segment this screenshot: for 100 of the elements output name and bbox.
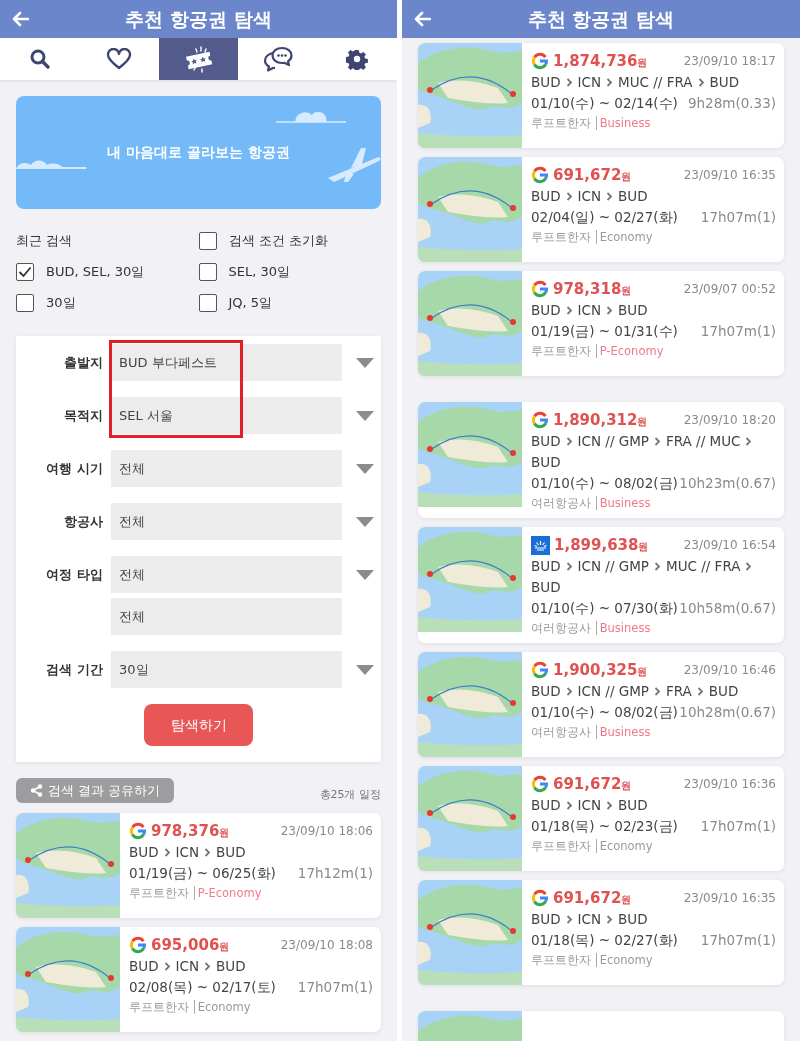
route-stop: MUC // FRA [618, 73, 693, 92]
chevron-icon [565, 915, 573, 924]
timestamp: 23/09/10 16:36 [683, 776, 776, 793]
tab[interactable] [0, 38, 80, 80]
field-label: 목적지 [64, 407, 103, 423]
flight-card[interactable]: 691,672원 23/09/10 16:36 BUD ICN BUD 01/18(목) ~ 02/23(금) 17h07m(1) 루프트한자 Economy [418, 766, 784, 871]
checkbox[interactable] [198, 293, 217, 312]
route-stop: FRA [666, 682, 692, 701]
select-field[interactable]: 30일 [111, 651, 342, 688]
page-title: 추천 항공권 탐색 [124, 6, 273, 32]
flight-card[interactable]: 978,318원 23/09/07 00:52 BUD ICN BUD 01/19(금) ~ 01/31(수) 17h07m(1) 루프트한자 P-Economy [418, 271, 784, 376]
select-field[interactable]: 전체 [111, 450, 342, 487]
route-stop: BUD [531, 578, 561, 597]
route-stop: BUD [129, 843, 159, 862]
tab[interactable] [238, 38, 318, 80]
flight-duration: 17h12m(1) [297, 864, 373, 883]
checkbox[interactable] [198, 262, 217, 281]
flight-card[interactable]: 978,376원 23/09/10 18:06 BUD ICN BUD 01/19(금) ~ 06/25(화) 17h12m(1) 루프트한자 P-Economy [16, 813, 381, 918]
chevron-icon [606, 78, 614, 87]
dropdown-caret-icon[interactable] [356, 664, 374, 675]
route-stop: BUD [531, 682, 561, 701]
chevron-icon [606, 801, 614, 810]
flight-duration: 17h07m(1) [700, 931, 776, 950]
travel-dates: 01/10(수) ~ 08/02(금) [531, 703, 678, 722]
dropdown-caret-icon[interactable] [356, 516, 374, 527]
flight-duration: 10h23m(0.67) [679, 474, 776, 493]
airline-cabin-text: 루프트한자 Economy [531, 838, 654, 855]
google-g-icon [129, 936, 147, 954]
checkbox[interactable] [16, 293, 34, 312]
cloud-drawing [16, 159, 86, 169]
google-g-icon [531, 661, 549, 679]
price-text: 691,672원 [553, 773, 632, 795]
dropdown-caret-icon[interactable] [356, 410, 374, 421]
chevron-icon [204, 962, 212, 971]
google-g-icon [531, 166, 549, 184]
price-text: 1,874,736원 [553, 50, 648, 72]
price-text: 1,890,312원 [553, 409, 648, 431]
field-label: 여행 시기 [46, 460, 103, 476]
timestamp: 23/09/10 16:35 [683, 167, 776, 184]
flight-card[interactable]: 691,672원 23/09/10 16:35 BUD ICN BUD 02/04(일) ~ 02/27(화) 17h07m(1) 루프트한자 Economy [418, 157, 784, 262]
checkbox-label: BUD, SEL, 30일 [46, 262, 145, 281]
chevron-icon [697, 78, 705, 87]
dropdown-caret-icon[interactable] [356, 357, 374, 368]
checkbox[interactable] [198, 231, 217, 250]
airline-cabin-text: 루프트한자 Economy [531, 229, 654, 246]
price-text: 695,006원 [151, 934, 230, 956]
timestamp: 23/09/10 18:20 [683, 412, 776, 429]
flight-card[interactable]: 1,890,312원 23/09/10 18:20 BUD ICN // GMP FRA // MUC BUD 01/10(수) ~ 08/02(금)10h23m(0.67) 여러항공사 Business [418, 402, 784, 518]
banner-text: 내 마음대로 골라보는 항공권 [107, 143, 290, 162]
flight-card[interactable]: 691,672원 23/09/10 16:35 BUD ICN BUD 01/18(목) ~ 02/27(화) 17h07m(1) 루프트한자 Economy [418, 880, 784, 985]
chevron-icon [696, 687, 704, 696]
dropdown-caret-icon[interactable] [356, 463, 374, 474]
back-icon[interactable] [414, 11, 431, 27]
flight-card[interactable]: 1,874,736원 23/09/10 18:17 BUD ICN MUC // FRA BUD 01/10(수) ~ 02/14(수) 9h28m(0.33) 루프트한자 Business [418, 43, 784, 148]
chevron-icon [565, 192, 573, 201]
route-stop: BUD [531, 187, 561, 206]
travel-dates: 01/10(수) ~ 02/14(수) [531, 94, 678, 113]
route-stop: BUD [531, 432, 561, 451]
route-stop: ICN [175, 843, 200, 862]
route-stop: BUD [618, 796, 648, 815]
flight-card[interactable]: 695,006원 23/09/10 18:08 BUD ICN BUD 02/08(목) ~ 02/17(토) 17h07m(1) 루프트한자 Economy [16, 927, 381, 1032]
page-title: 추천 항공권 탐색 [526, 6, 676, 32]
chevron-icon [654, 562, 661, 571]
tab[interactable] [158, 38, 239, 80]
airline-cabin-text: 루프트한자 Economy [129, 999, 252, 1016]
dropdown-caret-icon[interactable] [356, 569, 374, 580]
share-icon [30, 784, 43, 797]
chevron-icon [163, 848, 171, 857]
route-stop: ICN // GMP [577, 682, 649, 701]
route-stop: MUC // FRA [666, 557, 741, 576]
route-stop: BUD [618, 910, 648, 929]
route-stop: ICN // GMP [577, 557, 649, 576]
flight-card[interactable]: 1,900,325원 23/09/10 16:46 BUD ICN // GMP FRA BUD 01/10(수) ~ 08/02(금)10h28m(0.67) 여러항공사 Business [418, 652, 784, 757]
tab[interactable] [79, 38, 159, 80]
field-label: 검색 기간 [46, 661, 103, 677]
checkbox-label: SEL, 30일 [228, 262, 290, 281]
chevron-icon [606, 192, 614, 201]
input-field[interactable]: 전체 [111, 598, 342, 635]
chevron-icon [654, 437, 661, 446]
price-text: 691,672원 [553, 164, 632, 186]
google-g-icon [531, 52, 549, 70]
select-field[interactable]: BUD 부다페스트 [111, 344, 342, 381]
checkbox[interactable] [16, 262, 34, 281]
search-button[interactable]: 탐색하기 [144, 704, 253, 746]
chevron-icon [565, 687, 573, 696]
timestamp: 23/09/10 18:08 [280, 937, 373, 954]
route-stop: FRA // MUC [666, 432, 741, 451]
cloud-drawing [276, 109, 346, 123]
chevron-icon [606, 915, 614, 924]
price-text: 691,672원 [553, 887, 632, 909]
chevron-icon [745, 562, 753, 571]
select-field[interactable]: 전체 [111, 556, 342, 593]
field-label: 여정 타입 [46, 566, 103, 582]
flight-card[interactable]: 1,899,638원 23/09/10 16:54 BUD ICN // GMP MUC // FRA BUD 01/10(수) ~ 07/30(화)10h58m(0.67) 여러항공사 Business [418, 527, 784, 643]
chevron-icon [654, 687, 661, 696]
airline-cabin-text: 루프트한자 Economy [531, 952, 654, 969]
select-field[interactable]: SEL 서울 [111, 397, 342, 434]
select-field[interactable]: 전체 [111, 503, 342, 540]
timestamp: 23/09/10 16:46 [683, 662, 776, 679]
back-icon[interactable] [12, 11, 29, 27]
